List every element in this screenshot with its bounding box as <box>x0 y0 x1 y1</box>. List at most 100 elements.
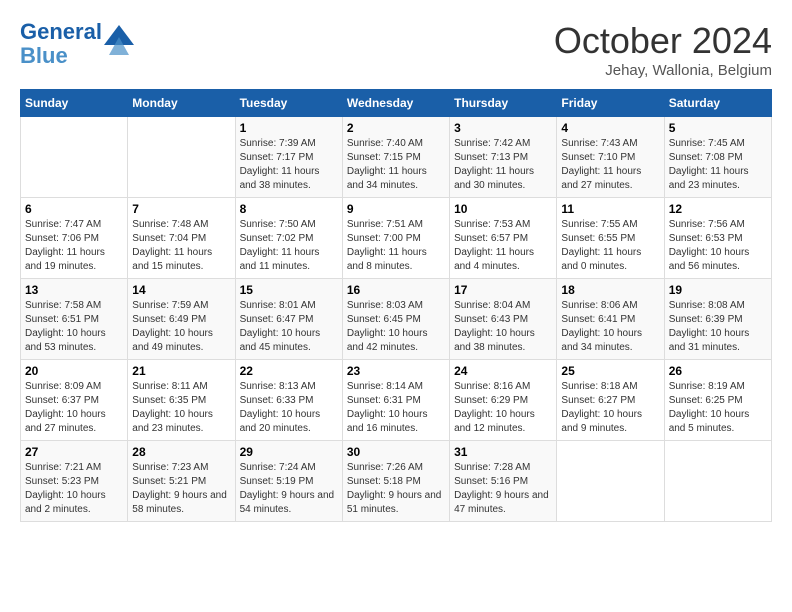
logo-icon <box>104 25 134 55</box>
calendar-table: SundayMondayTuesdayWednesdayThursdayFrid… <box>20 89 772 522</box>
weekday-header-saturday: Saturday <box>664 90 771 117</box>
day-number: 26 <box>669 364 767 378</box>
day-number: 24 <box>454 364 552 378</box>
day-number: 28 <box>132 445 230 459</box>
day-info: Sunrise: 7:59 AMSunset: 6:49 PMDaylight:… <box>132 299 230 355</box>
day-info: Sunrise: 8:01 AMSunset: 6:47 PMDaylight:… <box>240 299 338 355</box>
day-info: Sunrise: 7:50 AMSunset: 7:02 PMDaylight:… <box>240 218 338 274</box>
calendar-cell: 6Sunrise: 7:47 AMSunset: 7:06 PMDaylight… <box>21 198 128 279</box>
day-info: Sunrise: 8:19 AMSunset: 6:25 PMDaylight:… <box>669 380 767 436</box>
day-number: 1 <box>240 121 338 135</box>
day-info: Sunrise: 7:51 AMSunset: 7:00 PMDaylight:… <box>347 218 445 274</box>
calendar-cell: 21Sunrise: 8:11 AMSunset: 6:35 PMDayligh… <box>128 360 235 441</box>
calendar-cell: 27Sunrise: 7:21 AMSunset: 5:23 PMDayligh… <box>21 441 128 522</box>
day-number: 18 <box>561 283 659 297</box>
day-number: 3 <box>454 121 552 135</box>
day-info: Sunrise: 7:53 AMSunset: 6:57 PMDaylight:… <box>454 218 552 274</box>
week-row-3: 13 Sunrise: 7:58 AMSunset: 6:51 PMDayligh… <box>21 279 772 360</box>
day-number: 13 <box>25 283 123 297</box>
calendar-cell: 20 Sunrise: 8:09 AMSunset: 6:37 PMDayligh… <box>21 360 128 441</box>
day-info: Sunrise: 7:24 AMSunset: 5:19 PMDaylight:… <box>240 461 338 517</box>
calendar-cell: 16Sunrise: 8:03 AMSunset: 6:45 PMDayligh… <box>342 279 449 360</box>
calendar-cell: 13 Sunrise: 7:58 AMSunset: 6:51 PMDayligh… <box>21 279 128 360</box>
day-number: 17 <box>454 283 552 297</box>
day-info: Sunrise: 7:58 AMSunset: 6:51 PMDaylight:… <box>25 299 123 355</box>
day-info: Sunrise: 7:40 AMSunset: 7:15 PMDaylight:… <box>347 137 445 193</box>
day-number: 2 <box>347 121 445 135</box>
day-number: 16 <box>347 283 445 297</box>
day-number: 27 <box>25 445 123 459</box>
day-info: Sunrise: 7:39 AMSunset: 7:17 PMDaylight:… <box>240 137 338 193</box>
day-number: 25 <box>561 364 659 378</box>
week-row-2: 6Sunrise: 7:47 AMSunset: 7:06 PMDaylight… <box>21 198 772 279</box>
day-number: 20 <box>25 364 123 378</box>
page-header: General Blue October 2024 Jehay, Walloni… <box>20 20 772 79</box>
calendar-cell: 9 Sunrise: 7:51 AMSunset: 7:00 PMDaylight… <box>342 198 449 279</box>
day-info: Sunrise: 8:16 AMSunset: 6:29 PMDaylight:… <box>454 380 552 436</box>
weekday-header-monday: Monday <box>128 90 235 117</box>
weekday-header-friday: Friday <box>557 90 664 117</box>
day-info: Sunrise: 8:09 AMSunset: 6:37 PMDaylight:… <box>25 380 123 436</box>
title-block: October 2024 Jehay, Wallonia, Belgium <box>554 20 772 79</box>
calendar-cell: 12Sunrise: 7:56 AMSunset: 6:53 PMDayligh… <box>664 198 771 279</box>
calendar-cell: 24 Sunrise: 8:16 AMSunset: 6:29 PMDayligh… <box>450 360 557 441</box>
logo-general: General <box>20 19 102 44</box>
calendar-cell <box>21 117 128 198</box>
weekday-header-thursday: Thursday <box>450 90 557 117</box>
calendar-cell: 18 Sunrise: 8:06 AMSunset: 6:41 PMDayligh… <box>557 279 664 360</box>
day-number: 11 <box>561 202 659 216</box>
day-number: 31 <box>454 445 552 459</box>
calendar-cell: 3 Sunrise: 7:42 AMSunset: 7:13 PMDaylight… <box>450 117 557 198</box>
day-info: Sunrise: 8:14 AMSunset: 6:31 PMDaylight:… <box>347 380 445 436</box>
calendar-cell <box>557 441 664 522</box>
calendar-cell: 23Sunrise: 8:14 AMSunset: 6:31 PMDayligh… <box>342 360 449 441</box>
weekday-header-wednesday: Wednesday <box>342 90 449 117</box>
calendar-cell: 5 Sunrise: 7:45 AMSunset: 7:08 PMDaylight… <box>664 117 771 198</box>
day-number: 30 <box>347 445 445 459</box>
day-info: Sunrise: 7:56 AMSunset: 6:53 PMDaylight:… <box>669 218 767 274</box>
week-row-1: 1 Sunrise: 7:39 AMSunset: 7:17 PMDaylight… <box>21 117 772 198</box>
day-info: Sunrise: 7:45 AMSunset: 7:08 PMDaylight:… <box>669 137 767 193</box>
calendar-cell: 1 Sunrise: 7:39 AMSunset: 7:17 PMDaylight… <box>235 117 342 198</box>
month-title: October 2024 <box>554 20 772 62</box>
weekday-header-sunday: Sunday <box>21 90 128 117</box>
day-number: 22 <box>240 364 338 378</box>
calendar-cell: 29 Sunrise: 7:24 AMSunset: 5:19 PMDayligh… <box>235 441 342 522</box>
day-info: Sunrise: 8:08 AMSunset: 6:39 PMDaylight:… <box>669 299 767 355</box>
day-number: 5 <box>669 121 767 135</box>
calendar-cell: 28 Sunrise: 7:23 AMSunset: 5:21 PMDayligh… <box>128 441 235 522</box>
day-number: 19 <box>669 283 767 297</box>
week-row-5: 27Sunrise: 7:21 AMSunset: 5:23 PMDayligh… <box>21 441 772 522</box>
calendar-cell <box>128 117 235 198</box>
calendar-cell: 11 Sunrise: 7:55 AMSunset: 6:55 PMDayligh… <box>557 198 664 279</box>
day-info: Sunrise: 7:28 AMSunset: 5:16 PMDaylight:… <box>454 461 552 517</box>
day-info: Sunrise: 8:04 AMSunset: 6:43 PMDaylight:… <box>454 299 552 355</box>
logo-blue: Blue <box>20 43 68 68</box>
calendar-cell: 22 Sunrise: 8:13 AMSunset: 6:33 PMDayligh… <box>235 360 342 441</box>
calendar-cell: 14 Sunrise: 7:59 AMSunset: 6:49 PMDayligh… <box>128 279 235 360</box>
day-info: Sunrise: 7:26 AMSunset: 5:18 PMDaylight:… <box>347 461 445 517</box>
day-info: Sunrise: 7:55 AMSunset: 6:55 PMDaylight:… <box>561 218 659 274</box>
day-info: Sunrise: 7:23 AMSunset: 5:21 PMDaylight:… <box>132 461 230 517</box>
day-info: Sunrise: 7:48 AMSunset: 7:04 PMDaylight:… <box>132 218 230 274</box>
calendar-cell: 26 Sunrise: 8:19 AMSunset: 6:25 PMDayligh… <box>664 360 771 441</box>
day-info: Sunrise: 8:06 AMSunset: 6:41 PMDaylight:… <box>561 299 659 355</box>
day-info: Sunrise: 8:18 AMSunset: 6:27 PMDaylight:… <box>561 380 659 436</box>
calendar-cell: 31 Sunrise: 7:28 AMSunset: 5:16 PMDayligh… <box>450 441 557 522</box>
weekday-header-tuesday: Tuesday <box>235 90 342 117</box>
day-info: Sunrise: 7:42 AMSunset: 7:13 PMDaylight:… <box>454 137 552 193</box>
calendar-cell: 10 Sunrise: 7:53 AMSunset: 6:57 PMDayligh… <box>450 198 557 279</box>
calendar-cell: 7Sunrise: 7:48 AMSunset: 7:04 PMDaylight… <box>128 198 235 279</box>
day-number: 21 <box>132 364 230 378</box>
logo-text: General Blue <box>20 20 102 68</box>
day-number: 29 <box>240 445 338 459</box>
day-number: 4 <box>561 121 659 135</box>
day-info: Sunrise: 8:13 AMSunset: 6:33 PMDaylight:… <box>240 380 338 436</box>
calendar-cell: 17 Sunrise: 8:04 AMSunset: 6:43 PMDayligh… <box>450 279 557 360</box>
day-number: 10 <box>454 202 552 216</box>
calendar-cell: 19 Sunrise: 8:08 AMSunset: 6:39 PMDayligh… <box>664 279 771 360</box>
day-number: 14 <box>132 283 230 297</box>
calendar-cell: 15Sunrise: 8:01 AMSunset: 6:47 PMDayligh… <box>235 279 342 360</box>
calendar-cell: 2 Sunrise: 7:40 AMSunset: 7:15 PMDaylight… <box>342 117 449 198</box>
day-number: 9 <box>347 202 445 216</box>
